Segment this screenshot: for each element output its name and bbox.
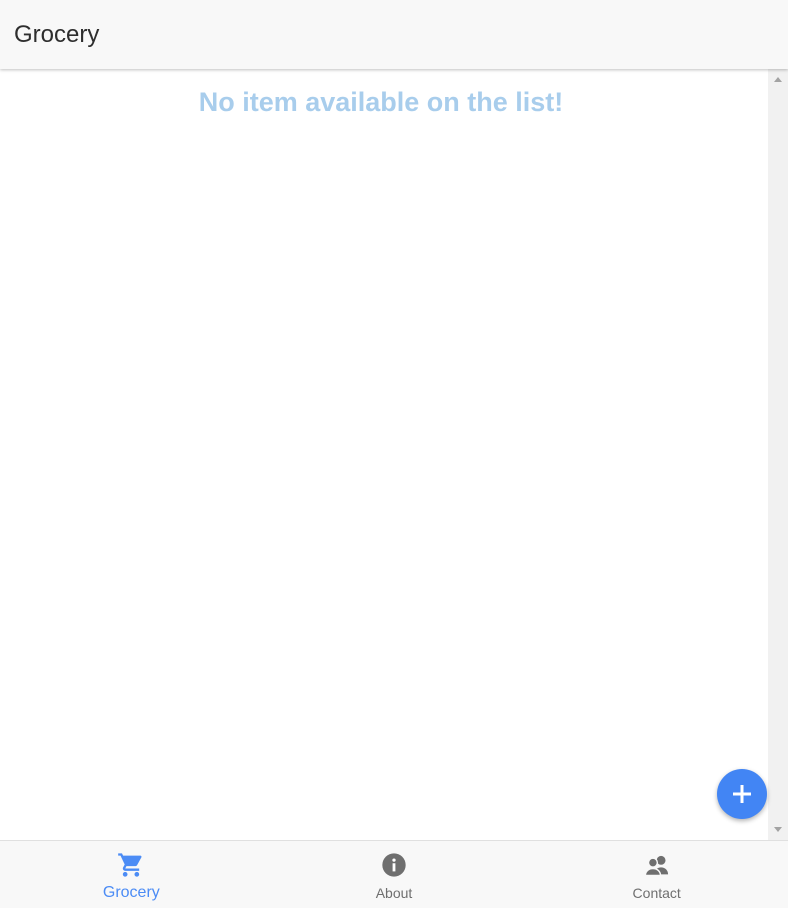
nav-item-grocery[interactable]: Grocery [0,841,263,908]
page-title: Grocery [14,21,100,48]
empty-list-message: No item available on the list! [198,87,564,117]
nav-item-about[interactable]: About [263,841,526,908]
add-item-button[interactable] [717,769,767,819]
cart-icon [118,853,142,877]
scroll-up-arrow[interactable] [774,77,782,82]
bottom-navigation: Grocery About Contact [0,840,788,908]
nav-item-contact[interactable]: Contact [525,841,788,908]
plus-icon [733,785,751,803]
vertical-scrollbar[interactable] [768,69,788,840]
nav-label-grocery: Grocery [102,884,160,901]
info-icon [382,853,406,877]
people-icon [644,855,668,877]
app-bar: Grocery [0,0,788,69]
app-root: Grocery No item available on the list! G… [0,0,788,908]
nav-label-contact: Contact [632,885,681,901]
grocery-list: No item available on the list! [0,69,768,840]
nav-label-about: About [375,885,413,901]
scroll-down-arrow[interactable] [774,827,782,832]
